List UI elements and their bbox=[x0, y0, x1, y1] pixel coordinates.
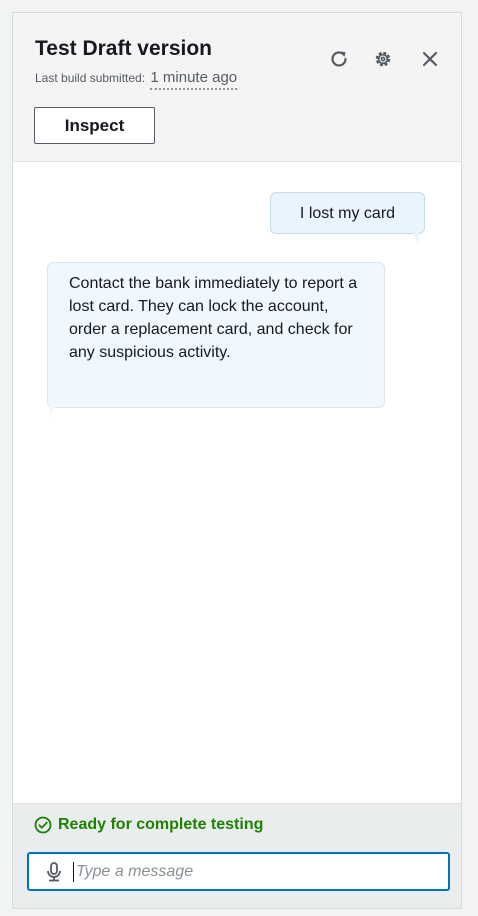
panel-header: Test Draft version Last build submitted:… bbox=[13, 13, 461, 162]
panel-footer: Ready for complete testing bbox=[13, 803, 461, 908]
test-draft-panel: Test Draft version Last build submitted:… bbox=[12, 12, 462, 909]
close-button[interactable] bbox=[418, 47, 442, 71]
inspect-button[interactable]: Inspect bbox=[34, 107, 155, 144]
message-input[interactable] bbox=[74, 859, 406, 884]
user-message-text: I lost my card bbox=[299, 204, 396, 222]
close-icon bbox=[422, 51, 438, 67]
gear-icon bbox=[375, 51, 391, 67]
user-message-tail bbox=[412, 232, 419, 244]
panel-title: Test Draft version bbox=[35, 37, 212, 60]
status-text: Ready for complete testing bbox=[58, 816, 264, 833]
check-circle-icon bbox=[34, 816, 52, 834]
last-build-label: Last build submitted: bbox=[35, 71, 146, 85]
bot-message: Contact the bank immediately to report a… bbox=[47, 262, 385, 408]
refresh-icon bbox=[331, 51, 347, 67]
last-build-time[interactable]: 1 minute ago bbox=[150, 69, 238, 90]
build-status-line: Last build submitted: 1 minute ago bbox=[35, 69, 238, 90]
microphone-icon[interactable] bbox=[44, 861, 64, 882]
message-input-box[interactable] bbox=[27, 852, 450, 891]
status-indicator: Ready for complete testing bbox=[34, 816, 263, 834]
user-message: I lost my card bbox=[270, 192, 425, 234]
bot-message-tail bbox=[49, 406, 56, 418]
settings-button[interactable] bbox=[371, 47, 395, 71]
refresh-button[interactable] bbox=[327, 47, 351, 71]
bot-message-text: Contact the bank immediately to report a… bbox=[69, 275, 358, 361]
